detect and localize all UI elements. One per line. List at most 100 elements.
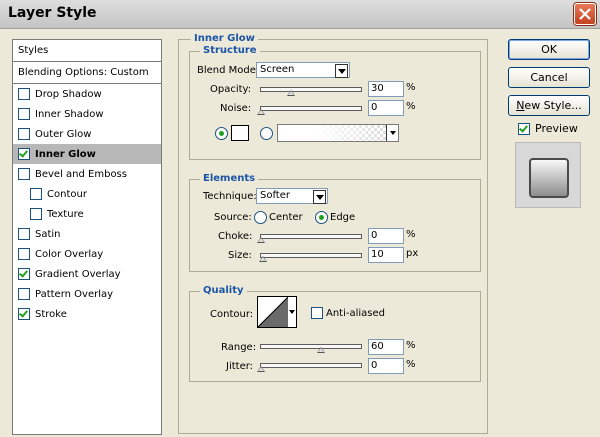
- opacity-slider[interactable]: [260, 84, 362, 96]
- style-item-label: Texture: [47, 208, 84, 220]
- blend-mode-value: Screen: [260, 64, 295, 75]
- style-item-contour[interactable]: Contour: [13, 184, 161, 204]
- style-item-inner-shadow[interactable]: Inner Shadow: [13, 104, 161, 124]
- range-slider[interactable]: [260, 341, 362, 353]
- style-item-label: Pattern Overlay: [35, 288, 114, 300]
- source-edge-radio[interactable]: [315, 211, 328, 224]
- contour-label: Contour:: [210, 309, 254, 320]
- style-checkbox[interactable]: [18, 128, 30, 140]
- noise-thumb[interactable]: [257, 109, 265, 115]
- solid-color-radio[interactable]: [215, 127, 228, 140]
- glow-color-swatch[interactable]: [231, 125, 249, 141]
- style-checkbox[interactable]: [18, 288, 30, 300]
- contour-dropdown-icon[interactable]: [288, 296, 297, 328]
- source-edge-label[interactable]: Edge: [330, 212, 355, 223]
- style-checkbox[interactable]: [18, 268, 30, 280]
- elements-group: Elements Technique: Softer Source: Cente…: [189, 173, 481, 272]
- cancel-button[interactable]: Cancel: [508, 67, 590, 88]
- close-icon: [579, 8, 591, 20]
- style-item-outer-glow[interactable]: Outer Glow: [13, 124, 161, 144]
- styles-header[interactable]: Styles: [13, 40, 161, 62]
- style-checkbox[interactable]: [18, 108, 30, 120]
- preview-label: Preview: [535, 122, 578, 135]
- noise-label: Noise:: [220, 103, 252, 114]
- gradient-dropdown-icon[interactable]: [386, 125, 398, 141]
- technique-label: Technique:: [203, 191, 257, 202]
- contour-picker[interactable]: [257, 296, 289, 328]
- choke-input[interactable]: 0: [368, 228, 404, 244]
- style-item-satin[interactable]: Satin: [13, 224, 161, 244]
- technique-select[interactable]: Softer: [256, 188, 328, 204]
- source-center-label[interactable]: Center: [269, 212, 303, 223]
- structure-title: Structure: [200, 45, 260, 56]
- style-item-gradient-overlay[interactable]: Gradient Overlay: [13, 264, 161, 284]
- style-item-drop-shadow[interactable]: Drop Shadow: [13, 84, 161, 104]
- style-item-label: Inner Glow: [35, 148, 96, 160]
- title-bar: Layer Style: [0, 0, 600, 29]
- style-item-pattern-overlay[interactable]: Pattern Overlay: [13, 284, 161, 304]
- style-item-inner-glow[interactable]: Inner Glow: [13, 144, 161, 164]
- size-label: Size:: [228, 250, 252, 261]
- size-thumb[interactable]: [259, 256, 267, 262]
- style-checkbox[interactable]: [30, 188, 42, 200]
- range-track: [260, 344, 362, 349]
- new-style-button[interactable]: New Style...: [508, 95, 590, 116]
- range-thumb[interactable]: [317, 347, 325, 353]
- quality-group: Quality Contour: Anti-aliased Range: 60 …: [189, 285, 481, 382]
- inner-glow-panel: Inner Glow Structure Blend Mode: Screen …: [178, 33, 488, 434]
- style-checkbox[interactable]: [30, 208, 42, 220]
- style-checkbox[interactable]: [18, 148, 30, 160]
- style-checkbox[interactable]: [18, 168, 30, 180]
- opacity-input[interactable]: 30: [368, 81, 404, 97]
- preview-checkbox[interactable]: [518, 122, 530, 135]
- opacity-track: [260, 87, 362, 92]
- blend-mode-select[interactable]: Screen: [256, 62, 350, 78]
- source-label: Source:: [214, 212, 252, 223]
- close-button[interactable]: [574, 3, 596, 25]
- anti-aliased-checkbox[interactable]: [311, 307, 323, 319]
- style-item-label: Contour: [47, 188, 87, 200]
- style-checkbox[interactable]: [18, 228, 30, 240]
- inner-glow-title: Inner Glow: [191, 33, 258, 44]
- dialog-body: Styles Blending Options: Custom Drop Sha…: [0, 29, 600, 437]
- style-item-texture[interactable]: Texture: [13, 204, 161, 224]
- opacity-label: Opacity:: [210, 84, 252, 95]
- opacity-thumb[interactable]: [287, 90, 295, 96]
- source-center-radio[interactable]: [254, 211, 267, 224]
- window-title: Layer Style: [8, 5, 97, 21]
- noise-slider[interactable]: [257, 103, 362, 115]
- ok-button[interactable]: OK: [508, 39, 590, 60]
- quality-title: Quality: [200, 285, 247, 296]
- style-item-bevel-and-emboss[interactable]: Bevel and Emboss: [13, 164, 161, 184]
- style-checkbox[interactable]: [18, 248, 30, 260]
- range-unit: %: [406, 340, 416, 351]
- preview-toggle[interactable]: Preview: [518, 122, 578, 135]
- size-track: [260, 253, 362, 258]
- noise-input[interactable]: 0: [368, 100, 404, 116]
- choke-slider[interactable]: [257, 231, 362, 243]
- noise-unit: %: [406, 101, 416, 112]
- gradient-preview: [278, 125, 386, 141]
- size-slider[interactable]: [259, 250, 362, 262]
- opacity-unit: %: [406, 82, 416, 93]
- jitter-slider[interactable]: [257, 360, 362, 372]
- gradient-radio[interactable]: [260, 127, 273, 140]
- chevron-down-icon[interactable]: [335, 64, 348, 78]
- noise-track: [260, 106, 362, 111]
- anti-aliased-label[interactable]: Anti-aliased: [326, 308, 385, 319]
- chevron-down-icon[interactable]: [313, 190, 326, 204]
- choke-thumb[interactable]: [257, 237, 265, 243]
- style-checkbox[interactable]: [18, 308, 30, 320]
- jitter-input[interactable]: 0: [368, 358, 404, 374]
- style-checkbox[interactable]: [18, 88, 30, 100]
- style-item-color-overlay[interactable]: Color Overlay: [13, 244, 161, 264]
- gradient-picker[interactable]: [277, 124, 399, 142]
- technique-value: Softer: [260, 190, 290, 201]
- range-input[interactable]: 60: [368, 339, 404, 355]
- blending-options-item[interactable]: Blending Options: Custom: [13, 62, 161, 84]
- style-item-stroke[interactable]: Stroke: [13, 304, 161, 324]
- size-input[interactable]: 10: [368, 247, 404, 263]
- jitter-thumb[interactable]: [257, 366, 265, 372]
- jitter-track: [260, 363, 362, 368]
- preview-swatch: [529, 158, 569, 198]
